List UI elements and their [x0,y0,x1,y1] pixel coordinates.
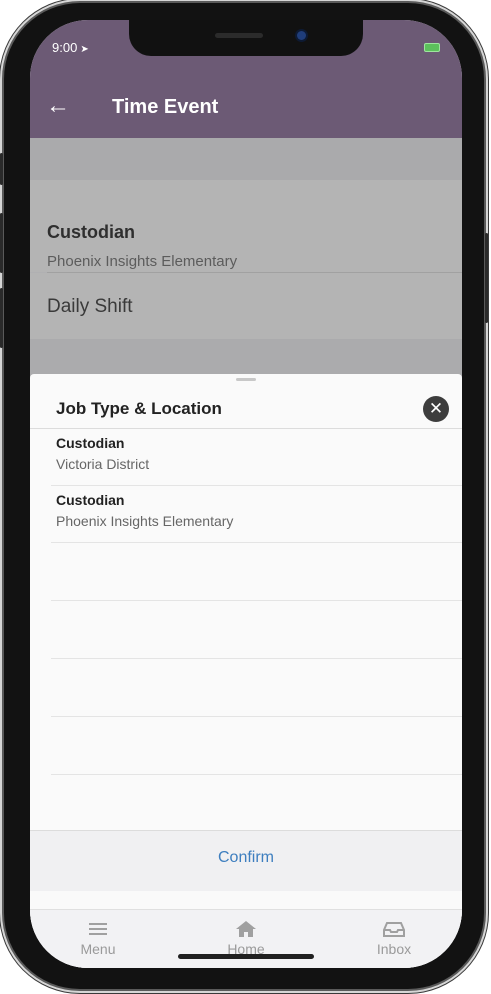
home-icon [236,921,256,937]
option-location: Victoria District [56,456,150,472]
back-arrow-icon[interactable]: ← [46,92,70,120]
volume-down-button [0,288,3,348]
tab-inbox[interactable]: Inbox [344,910,444,968]
front-camera [297,31,306,40]
modal-backdrop[interactable] [30,138,462,398]
clock: 9:00 [52,40,78,55]
status-time: 9:00 ➤ [52,40,89,55]
tab-inbox-label: Inbox [376,941,412,957]
battery-icon [424,43,440,52]
list-item[interactable]: Custodian Victoria District [30,429,462,486]
notch [129,20,363,56]
job-type-location-sheet: Job Type & Location ✕ Custodian Victoria… [30,374,462,968]
confirm-button[interactable]: Confirm [30,849,462,867]
empty-list-row [30,717,462,775]
empty-list-row [30,659,462,717]
sheet-title: Job Type & Location [56,399,222,418]
tab-menu-label: Menu [80,941,116,957]
divider [51,774,462,775]
volume-up-button [0,213,3,273]
tab-home[interactable]: Home [196,910,296,968]
option-job-title: Custodian [56,435,125,451]
sheet-header: Job Type & Location ✕ [30,384,462,429]
page-title: Time Event [112,96,219,118]
empty-list-row [30,543,462,601]
location-arrow-icon: ➤ [80,44,89,55]
inbox-icon [383,922,405,937]
option-location: Phoenix Insights Elementary [56,513,234,529]
phone-screen: 9:00 ➤ ← Time Event Custodian Phoenix Ins… [30,20,462,968]
tab-menu[interactable]: Menu [48,910,148,968]
mute-switch [0,153,3,185]
home-indicator [178,954,314,959]
sheet-drag-handle[interactable] [236,378,256,381]
empty-list-row [30,601,462,659]
speaker [215,33,263,38]
power-button [485,233,488,323]
list-item[interactable]: Custodian Phoenix Insights Elementary [30,486,462,543]
bottom-tab-bar: Menu Home Inbox [30,909,462,968]
option-job-title: Custodian [56,492,125,508]
confirm-bar: Confirm [30,830,462,891]
close-icon[interactable]: ✕ [423,396,449,422]
app-bar: ← Time Event [30,80,462,138]
menu-icon [89,923,107,935]
job-options-list: Custodian Victoria District Custodian Ph… [30,429,462,775]
